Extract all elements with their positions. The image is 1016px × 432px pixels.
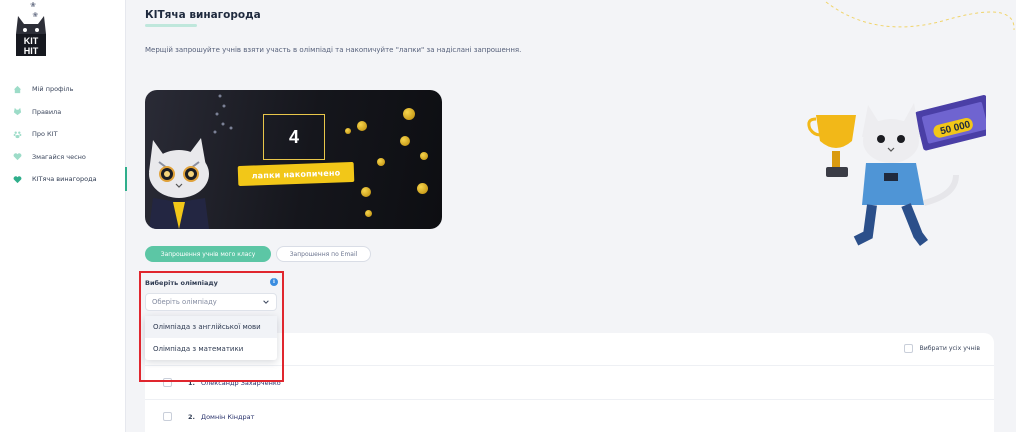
sidebar-nav: Мій профіль Правила Про КІТ Змагайся чес…: [0, 78, 127, 191]
select-all-label: Вибрати усіх учнів: [919, 345, 980, 352]
sidebar-item-label: Мій профіль: [32, 85, 74, 94]
select-all-students[interactable]: Вибрати усіх учнів: [904, 344, 980, 353]
sidebar-item-fair-play[interactable]: Змагайся чесно: [0, 146, 126, 169]
cat-mascot-icon: [149, 138, 209, 229]
paws-banner: 4 лапки накопичено: [145, 90, 442, 229]
student-number: 2.: [188, 412, 195, 421]
sidebar-item-about[interactable]: Про КІТ: [0, 123, 126, 146]
svg-text:KIT: KIT: [24, 36, 39, 46]
student-name: Олександр Захарченко: [201, 378, 281, 387]
student-number: 1.: [188, 378, 195, 387]
heart-active-icon: [12, 174, 22, 184]
coin-icon: [365, 210, 372, 217]
olympiad-select[interactable]: Оберіть олімпіаду: [145, 293, 277, 311]
paws-ribbon: лапки накопичено: [237, 161, 355, 187]
title-underline: [145, 24, 197, 27]
coin-icon: [403, 108, 415, 120]
coin-icon: [417, 183, 428, 194]
heart-icon: [12, 152, 22, 162]
info-icon[interactable]: i: [270, 278, 278, 286]
cat-trophy-illustration-icon: 50 000: [807, 95, 986, 246]
olympiad-select-placeholder: Оберіть олімпіаду: [152, 298, 217, 306]
sidebar-item-reward[interactable]: КІТяча винагорода: [0, 167, 127, 191]
coin-icon: [361, 187, 371, 197]
select-all-checkbox[interactable]: [904, 344, 914, 353]
tab-email-invites[interactable]: Запрошення по Email: [276, 246, 371, 262]
coin-icon: [357, 121, 367, 131]
dropdown-option-english[interactable]: Олімпіада з англійської мови: [145, 316, 277, 338]
decorative-curve-icon: [825, 1, 1015, 31]
page-title: КІТяча винагорода: [145, 9, 261, 21]
student-checkbox[interactable]: [163, 378, 172, 387]
paws-count: 4: [263, 114, 325, 160]
paws-decoration-icon: ❀ ❀: [30, 1, 39, 19]
coin-icon: [377, 158, 385, 166]
sidebar-item-profile[interactable]: Мій профіль: [0, 78, 126, 101]
sidebar: KIT HIT ❀ ❀ Мій профіль Правила Про КІТ: [0, 0, 127, 432]
coin-icon: [345, 128, 351, 134]
home-icon: [12, 84, 22, 94]
dropdown-option-math[interactable]: Олімпіада з математики: [145, 338, 277, 360]
page-description: Мерщій запрошуйте учнів взяти участь в о…: [145, 46, 522, 54]
main-content: КІТяча винагорода Мерщій запрошуйте учні…: [126, 0, 1016, 432]
rules-icon: [12, 107, 22, 117]
student-name: Домнін Кіндрат: [201, 412, 255, 421]
student-checkbox[interactable]: [163, 412, 172, 421]
sidebar-item-label: Змагайся чесно: [32, 152, 86, 161]
paw-icon: [12, 129, 22, 139]
logo[interactable]: KIT HIT: [12, 14, 50, 56]
sidebar-item-label: КІТяча винагорода: [32, 175, 97, 184]
tab-class-invites[interactable]: Запрошення учнів мого класу: [145, 246, 271, 262]
chevron-down-icon: [262, 298, 270, 308]
logo-cat-icon: KIT HIT: [16, 16, 46, 56]
svg-text:HIT: HIT: [24, 46, 39, 56]
coin-icon: [400, 136, 410, 146]
sidebar-item-rules[interactable]: Правила: [0, 101, 126, 124]
sidebar-item-label: Правила: [32, 107, 62, 116]
table-row: 1. Олександр Захарченко: [145, 365, 994, 399]
olympiad-dropdown: Олімпіада з англійської мови Олімпіада з…: [145, 316, 277, 360]
coin-icon: [420, 152, 428, 160]
sidebar-item-label: Про КІТ: [32, 130, 58, 139]
table-row: 2. Домнін Кіндрат: [145, 399, 994, 432]
olympiad-select-label: Виберіть олімпіаду: [145, 279, 218, 287]
